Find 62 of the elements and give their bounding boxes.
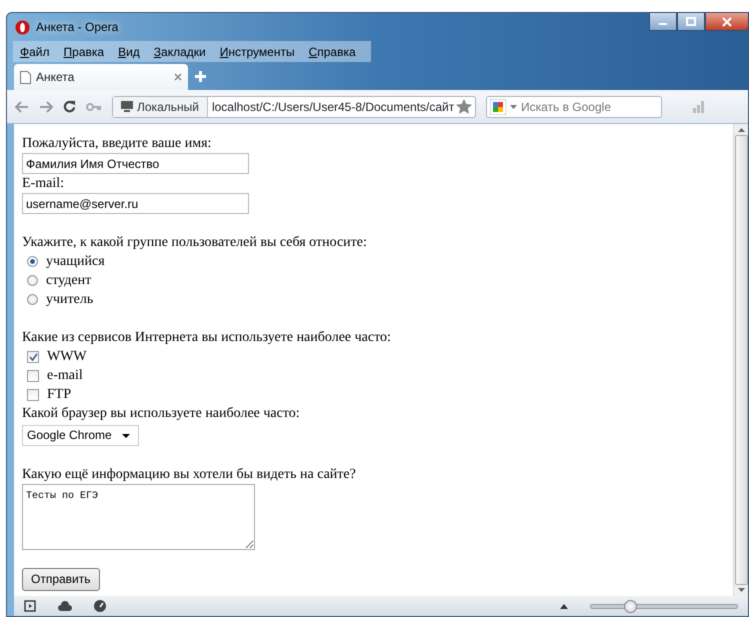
window-title: Анкета - Opera	[36, 19, 118, 36]
signal-icon	[692, 100, 706, 112]
close-button[interactable]	[705, 12, 749, 31]
maximize-button[interactable]	[677, 12, 705, 31]
field-label: Какой браузер вы используете наиболее часто:	[22, 405, 301, 423]
field-label: Укажите, к какой группе пользователей вы себя относите:	[22, 234, 368, 252]
back-icon[interactable]	[15, 100, 29, 112]
speedometer-icon[interactable]	[94, 600, 106, 612]
option-label: студент	[46, 272, 92, 290]
checkbox[interactable]	[27, 370, 39, 382]
option-label: WWW	[47, 348, 87, 366]
search-field[interactable]: Искать в Google	[486, 96, 662, 118]
menu-item[interactable]: Инструменты	[212, 42, 302, 60]
submit-button[interactable]: Отправить	[22, 568, 100, 591]
url-text: localhost/C:/Users/User45-8/Documents/сайт	[210, 98, 456, 116]
scroll-down-icon[interactable]	[738, 588, 744, 592]
option-label: e-mail	[47, 367, 83, 385]
info-textarea[interactable]: Тесты по ЕГЭ	[22, 484, 255, 550]
field-label: Пожалуйста, введите ваше имя:	[22, 135, 212, 153]
menu-item[interactable]: Файл	[13, 42, 57, 60]
cloud-icon[interactable]	[58, 601, 72, 611]
name-field[interactable]: Фамилия Имя Отчество	[22, 153, 249, 174]
monitor-icon	[121, 101, 133, 112]
menu-item[interactable]: Справка	[302, 42, 363, 60]
menu-item[interactable]: Правка	[56, 42, 112, 60]
field-label: Какие из сервисов Интернета вы используете наиболее часто:	[22, 329, 392, 347]
page-icon	[20, 70, 31, 84]
google-icon	[490, 98, 506, 114]
menu-item[interactable]: Закладки	[146, 42, 213, 60]
dropdown-arrow-icon[interactable]	[510, 104, 517, 108]
email-field[interactable]: username@server.ru	[22, 193, 249, 214]
browser-logo-icon	[15, 20, 30, 34]
tab[interactable]: Анкета	[14, 64, 188, 90]
checkbox[interactable]	[27, 350, 39, 362]
caret-icon	[122, 434, 130, 438]
slider-thumb[interactable]	[624, 600, 638, 612]
panel-icon[interactable]	[24, 600, 36, 612]
reload-icon[interactable]	[63, 100, 76, 113]
forward-icon[interactable]	[39, 100, 53, 112]
option-label: FTP	[47, 386, 72, 404]
field-label: Какую ещё информацию вы хотели бы видеть на сайте?	[22, 466, 357, 484]
tab-close-icon[interactable]	[174, 73, 182, 81]
scrollbar[interactable]	[733, 124, 748, 596]
field-label: E-mail:	[22, 175, 65, 193]
collapse-arrow-icon[interactable]	[560, 604, 568, 608]
menu-item[interactable]: Вид	[111, 42, 147, 60]
checkbox[interactable]	[27, 388, 39, 400]
option-label: учитель	[46, 291, 94, 309]
minimize-button[interactable]	[649, 12, 677, 31]
radio-button[interactable]	[27, 275, 38, 286]
radio-button[interactable]	[27, 256, 38, 267]
radio-button[interactable]	[27, 294, 38, 305]
star-icon[interactable]	[456, 99, 472, 114]
tab-label: Анкета	[36, 69, 76, 86]
close-icon	[722, 16, 732, 26]
option-label: учащийся	[46, 253, 105, 271]
security-label: Локальный	[137, 98, 199, 116]
browser-select[interactable]: Google Chrome	[22, 425, 139, 446]
new-tab-icon[interactable]	[194, 70, 207, 83]
address-field[interactable]: Локальный localhost/C:/Users/User45-8/Documents/сайт	[112, 96, 476, 118]
maximize-icon	[686, 17, 696, 26]
scroll-up-icon[interactable]	[738, 128, 744, 132]
